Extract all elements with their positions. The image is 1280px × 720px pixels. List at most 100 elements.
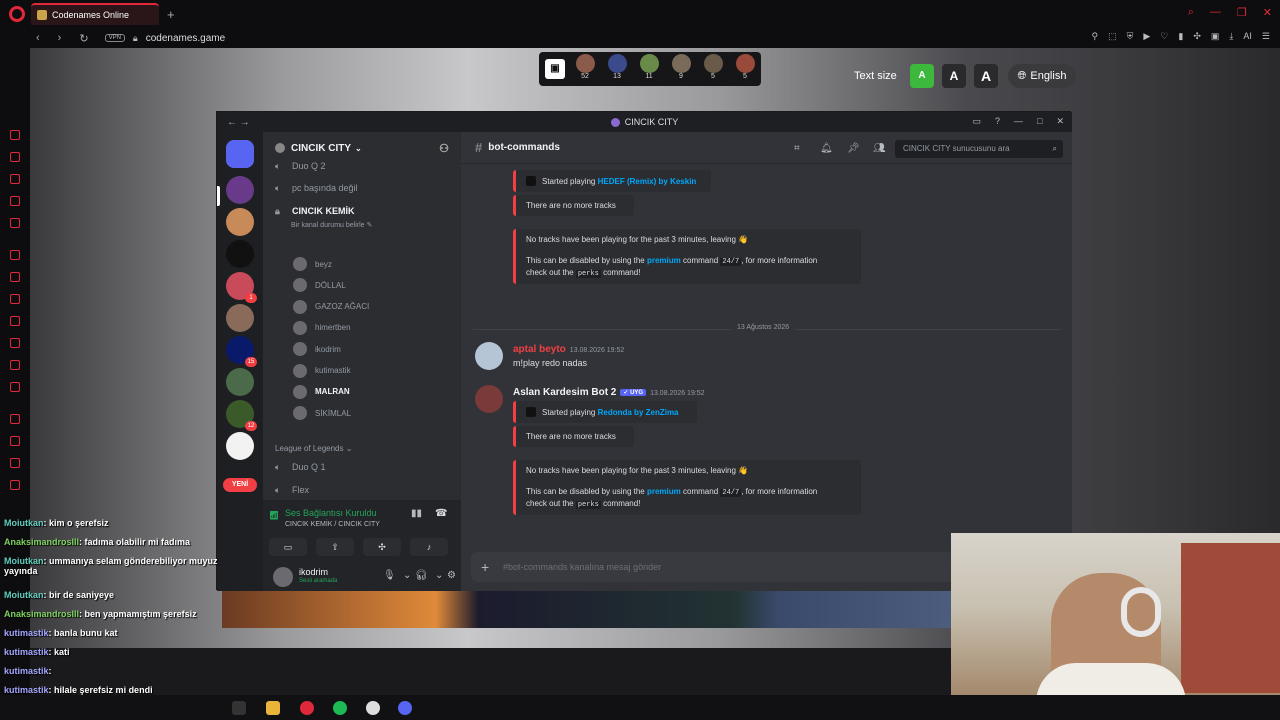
sidebar-icon[interactable] <box>10 152 20 162</box>
members-icon[interactable]: 👥︎ <box>873 143 886 154</box>
sidebar-icon[interactable] <box>10 250 20 260</box>
disconnect-icon[interactable]: ☎ <box>435 508 447 519</box>
sidebar-icon[interactable] <box>10 360 20 370</box>
player-avatar[interactable]: 13 <box>606 54 628 84</box>
player-avatar[interactable]: 5 <box>734 54 756 84</box>
sidebar-icon[interactable] <box>10 480 20 490</box>
close-icon[interactable]: ✕ <box>1056 116 1064 127</box>
new-tab-button[interactable]: + <box>167 7 175 22</box>
pin-icon[interactable]: 📌︎ <box>847 143 860 154</box>
server-icon[interactable]: 1 <box>226 272 257 303</box>
ai-button[interactable]: AI <box>1243 31 1252 42</box>
message-author[interactable]: aptal beyto 13.08.2026 19:52 <box>513 344 624 355</box>
sidebar-icon[interactable] <box>10 316 20 326</box>
server-icon[interactable] <box>226 176 254 204</box>
sidebar-icon[interactable] <box>10 196 20 206</box>
maximize-icon[interactable]: ❐ <box>1237 6 1247 19</box>
play-icon[interactable]: ▶ <box>1143 31 1150 42</box>
voice-user[interactable]: MALRAN <box>293 384 350 400</box>
soundboard-button[interactable]: ♪ <box>410 538 448 556</box>
avatar[interactable] <box>273 567 293 587</box>
heart-icon[interactable]: ♡ <box>1160 31 1168 42</box>
server-icon[interactable] <box>226 208 254 236</box>
reload-icon[interactable]: ↻ <box>79 32 88 45</box>
player-avatar[interactable]: 9 <box>670 54 692 84</box>
wallet-icon[interactable]: ▣ <box>1211 31 1220 42</box>
task-view-icon[interactable] <box>232 701 246 715</box>
channel-status[interactable]: Bir kanal durumu belirle ✎ <box>291 221 372 229</box>
sidebar-icon[interactable] <box>10 130 20 140</box>
pin-icon[interactable]: ⚲ <box>1092 31 1099 42</box>
server-icon[interactable]: 12 <box>226 400 257 431</box>
maximize-icon[interactable]: □ <box>1037 116 1042 127</box>
minimize-icon[interactable]: — <box>1210 6 1221 19</box>
channel-duo-q1[interactable]: 🔈︎ Duo Q 1 <box>275 459 326 475</box>
text-size-large-button[interactable]: A <box>974 64 998 88</box>
file-explorer-icon[interactable] <box>266 701 280 715</box>
camera-off-button[interactable]: ▭ <box>269 538 307 556</box>
vpn-badge[interactable]: VPN <box>104 34 125 42</box>
activities-button[interactable]: ✣ <box>363 538 401 556</box>
back-icon[interactable]: ← → <box>227 117 250 128</box>
avatar[interactable] <box>475 385 503 413</box>
spotify-icon[interactable] <box>333 701 347 715</box>
download-icon[interactable]: ⤓ <box>1229 31 1233 42</box>
avatar[interactable] <box>475 342 503 370</box>
sidebar-icon[interactable] <box>10 414 20 424</box>
noise-suppression-icon[interactable]: ▮▮ <box>411 508 422 519</box>
url-field[interactable]: codenames.game <box>146 33 226 44</box>
voice-user[interactable]: SİKİMLAL <box>293 405 351 421</box>
message-author[interactable]: Aslan Kardesim Bot 2 ✓ UYG 13.08.2026 19:5… <box>513 387 705 398</box>
channel-duo-q2[interactable]: 🔈︎ Duo Q 2 <box>275 158 326 174</box>
menu-icon[interactable]: ☰ <box>1262 31 1270 42</box>
discord-taskbar-icon[interactable] <box>398 701 412 715</box>
search-icon[interactable]: ⌕ <box>1188 6 1194 19</box>
channel-flex[interactable]: 🔈︎ Flex <box>275 482 309 498</box>
threads-icon[interactable]: ⌗ <box>794 143 800 154</box>
screen-share-button[interactable]: ⇧ <box>316 538 354 556</box>
lock-icon[interactable]: 🔒︎ <box>133 33 138 44</box>
player-avatar[interactable]: 5 <box>702 54 724 84</box>
chevron-down-icon[interactable]: ⌄ <box>403 570 411 581</box>
username[interactable]: ikodrim <box>299 567 328 577</box>
opera-taskbar-icon[interactable] <box>300 701 314 715</box>
shield-icon[interactable]: ⛨ <box>1127 31 1134 42</box>
player-avatar[interactable]: 52 <box>574 54 596 84</box>
chevron-down-icon[interactable]: ⌄ <box>435 570 443 581</box>
sidebar-icon[interactable] <box>10 272 20 282</box>
gear-icon[interactable]: ⚙ <box>447 570 456 581</box>
sidebar-icon[interactable] <box>10 338 20 348</box>
opera-logo-icon[interactable] <box>9 6 25 22</box>
bell-icon[interactable]: 🔔︎ <box>820 143 833 154</box>
voice-user[interactable]: kutimastik <box>293 363 351 379</box>
voice-user[interactable]: GAZOZ AĞACI <box>293 299 369 315</box>
sidebar-icon[interactable] <box>10 218 20 228</box>
help-icon[interactable]: ? <box>995 116 1000 127</box>
channel-kemik[interactable]: 🔒︎ CINCIK KEMİK <box>275 203 355 219</box>
microphone-icon[interactable]: 🎙︎ <box>383 570 396 581</box>
text-size-medium-button[interactable]: A <box>942 64 966 88</box>
playstation-server-icon[interactable] <box>226 432 254 460</box>
channel-pc[interactable]: 🔈︎ pc başında değil <box>275 180 358 196</box>
twitch-icon[interactable]: ▣ <box>545 59 565 79</box>
minimize-icon[interactable]: — <box>1014 116 1023 127</box>
obs-icon[interactable] <box>366 701 380 715</box>
search-input[interactable]: CINCIK CITY sunucusunu ara ⌕ <box>895 140 1063 158</box>
sidebar-icon[interactable] <box>10 458 20 468</box>
close-icon[interactable]: ✕ <box>1263 6 1272 19</box>
sidebar-icon[interactable] <box>10 382 20 392</box>
sidebar-icon[interactable] <box>10 294 20 304</box>
extension-icon[interactable]: ✣ <box>1193 31 1201 42</box>
headphones-icon[interactable]: 🎧︎ <box>415 570 428 581</box>
sidebar-icon[interactable] <box>10 436 20 446</box>
server-icon[interactable] <box>226 304 254 332</box>
language-button[interactable]: 🌐︎ English <box>1008 64 1076 88</box>
voice-user[interactable]: ikodrim <box>293 341 341 357</box>
inbox-icon[interactable]: ▭ <box>972 116 981 127</box>
add-attachment-icon[interactable]: + <box>481 552 489 582</box>
voice-status[interactable]: Ses Bağlantısı Kuruldu <box>285 508 377 518</box>
add-member-icon[interactable]: ⚇ <box>439 142 449 155</box>
player-avatar[interactable]: 11 <box>638 54 660 84</box>
sidebar-icon[interactable] <box>10 174 20 184</box>
voice-user[interactable]: DÖLLAL <box>293 277 346 293</box>
